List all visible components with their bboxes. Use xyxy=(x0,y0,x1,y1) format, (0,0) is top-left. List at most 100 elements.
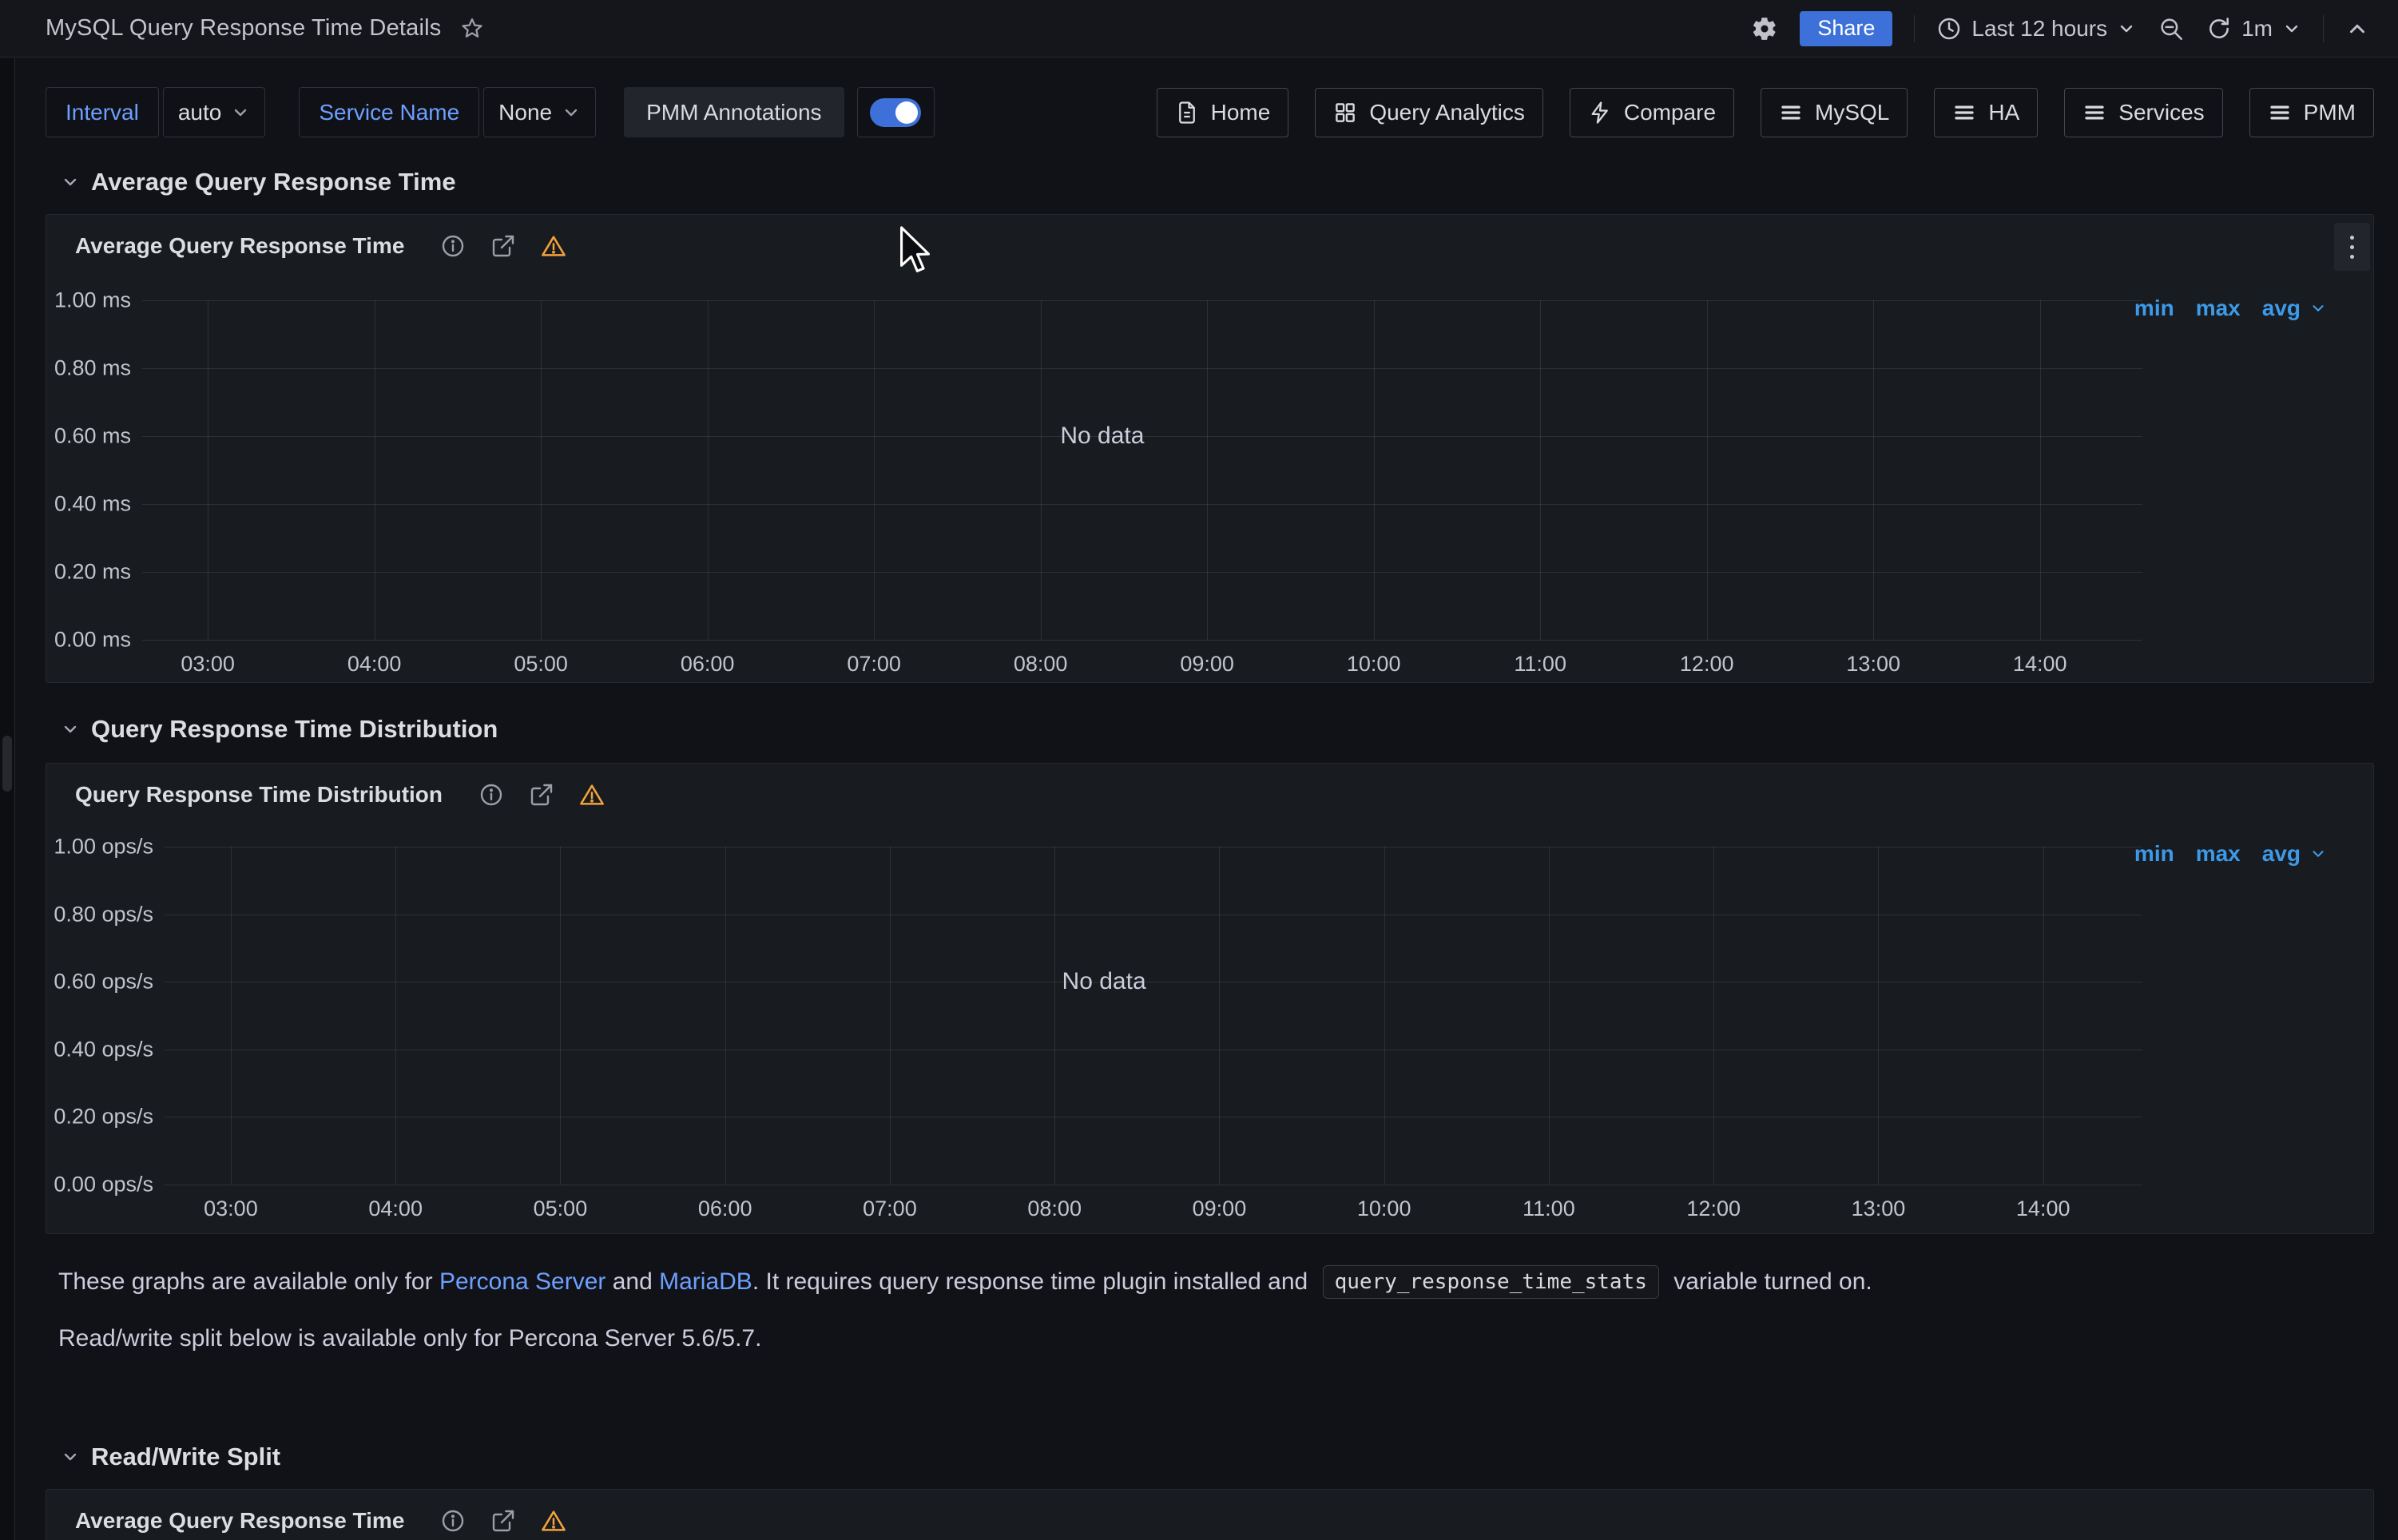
refresh-picker[interactable]: 1m xyxy=(2206,16,2301,42)
nav-button-home[interactable]: Home xyxy=(1157,88,1289,137)
y-tick-label: 1.00 ms xyxy=(54,288,131,313)
dashboard-links: Home Query Analytics Compare MySQL HA Service… xyxy=(1157,88,2374,137)
section-query-response-time-distribution[interactable]: Query Response Time Distribution xyxy=(61,712,498,747)
legend-avg[interactable]: avg xyxy=(2262,841,2301,867)
warning-icon[interactable] xyxy=(579,782,605,808)
note-text: These graphs are available only for xyxy=(58,1268,439,1296)
share-button[interactable]: Share xyxy=(1800,11,1892,46)
note-text: . It requires query response time plugin… xyxy=(752,1268,1315,1296)
info-icon[interactable] xyxy=(440,1508,466,1534)
x-tick-label: 08:00 xyxy=(1027,1197,1082,1221)
gridline-v xyxy=(1878,847,1879,1185)
legend-max[interactable]: max xyxy=(2196,841,2241,867)
x-tick-label: 09:00 xyxy=(1180,652,1234,677)
section-title: Average Query Response Time xyxy=(91,168,456,196)
x-tick-label: 12:00 xyxy=(1686,1197,1741,1221)
service-name-variable-label: Service Name xyxy=(299,87,479,137)
interval-variable-label: Interval xyxy=(46,87,159,137)
warning-icon[interactable] xyxy=(541,233,566,259)
grid-icon xyxy=(1333,101,1357,125)
panel-title: Average Query Response Time xyxy=(75,233,404,259)
y-tick-label: 0.60 ms xyxy=(54,424,131,449)
y-tick-label: 0.00 ops/s xyxy=(54,1173,153,1197)
section-avg-query-response-time[interactable]: Average Query Response Time xyxy=(61,165,456,200)
external-link-icon[interactable] xyxy=(490,233,516,259)
time-range-label: Last 12 hours xyxy=(1971,16,2107,42)
toggle-knob xyxy=(895,101,918,124)
no-data-label: No data xyxy=(1060,423,1144,450)
panel-header[interactable]: Average Query Response Time xyxy=(46,1490,2373,1540)
pmm-annotations-toggle[interactable] xyxy=(857,87,935,137)
y-axis-labels: 1.00 ms0.80 ms0.60 ms0.40 ms0.20 ms0.00 … xyxy=(46,300,131,640)
toggle-pill xyxy=(870,98,921,127)
bolt-icon xyxy=(1588,101,1612,125)
y-axis-labels: 1.00 ops/s0.80 ops/s0.60 ops/s0.40 ops/s… xyxy=(46,847,153,1185)
x-tick-label: 07:00 xyxy=(863,1197,917,1221)
note-rw-split: Read/write split below is available only… xyxy=(58,1325,761,1352)
nav-button-pmm[interactable]: PMM xyxy=(2249,88,2374,137)
gridline-h xyxy=(142,572,2142,573)
dashboard-controls: Interval auto Service Name None PMM Anno… xyxy=(46,87,2374,137)
panel-header[interactable]: Query Response Time Distribution xyxy=(46,764,2373,826)
time-range-picker[interactable]: Last 12 hours xyxy=(1936,16,2136,42)
gridline-v xyxy=(874,300,875,640)
grafana-dashboard: MySQL Query Response Time Details Share … xyxy=(0,0,2398,1540)
x-tick-label: 06:00 xyxy=(681,652,735,677)
note-link[interactable]: Percona Server xyxy=(439,1268,605,1296)
gridline-v xyxy=(725,847,726,1185)
x-tick-label: 14:00 xyxy=(2016,1197,2070,1221)
gridline-h xyxy=(142,300,2142,301)
gridline-v xyxy=(1713,847,1714,1185)
gridline-v xyxy=(1707,300,1708,640)
external-link-icon[interactable] xyxy=(490,1508,516,1534)
chart-plot-area[interactable]: 03:0004:0005:0006:0007:0008:0009:0010:00… xyxy=(165,847,2142,1185)
note-link[interactable]: MariaDB xyxy=(659,1268,752,1296)
refresh-icon xyxy=(2206,16,2232,42)
panel-header[interactable]: Average Query Response Time xyxy=(46,215,2373,277)
info-icon[interactable] xyxy=(440,233,466,259)
y-tick-label: 0.60 ops/s xyxy=(54,970,153,994)
rail-handle[interactable] xyxy=(2,736,12,792)
gridline-v xyxy=(1384,847,1385,1185)
gridline-v xyxy=(395,847,396,1185)
note-text: variable turned on. xyxy=(1667,1268,1872,1296)
y-tick-label: 0.80 ops/s xyxy=(54,902,153,927)
zoom-out-icon[interactable] xyxy=(2158,15,2185,42)
nav-button-ha[interactable]: HA xyxy=(1934,88,2038,137)
note-text: and xyxy=(605,1268,659,1296)
list-icon xyxy=(2268,101,2292,125)
y-tick-label: 0.40 ms xyxy=(54,492,131,517)
panel-menu-button[interactable] xyxy=(2334,223,2370,271)
x-tick-label: 13:00 xyxy=(1852,1197,1906,1221)
code-chip: query_response_time_stats xyxy=(1323,1265,1659,1299)
x-tick-label: 11:00 xyxy=(1514,652,1566,677)
x-tick-label: 06:00 xyxy=(698,1197,752,1221)
panel-title: Average Query Response Time xyxy=(75,1508,404,1534)
divider xyxy=(2323,15,2324,42)
nav-button-compare[interactable]: Compare xyxy=(1570,88,1734,137)
legend-max[interactable]: max xyxy=(2196,296,2241,321)
service-name-variable-value[interactable]: None xyxy=(483,87,596,137)
panel-title: Query Response Time Distribution xyxy=(75,782,443,808)
gridline-v xyxy=(231,847,232,1185)
section-read-write-split[interactable]: Read/Write Split xyxy=(61,1439,280,1475)
chevron-down-icon xyxy=(61,173,80,192)
section-title: Read/Write Split xyxy=(91,1443,280,1471)
gear-icon[interactable] xyxy=(1751,15,1778,42)
section-title: Query Response Time Distribution xyxy=(91,715,498,744)
legend-avg[interactable]: avg xyxy=(2262,296,2301,321)
star-icon[interactable] xyxy=(460,17,484,41)
x-tick-label: 11:00 xyxy=(1523,1197,1575,1221)
chevron-down-icon xyxy=(2309,845,2327,863)
info-icon[interactable] xyxy=(478,782,504,808)
nav-button-label: MySQL xyxy=(1815,100,1889,125)
external-link-icon[interactable] xyxy=(529,782,554,808)
chevron-up-icon[interactable] xyxy=(2345,17,2369,41)
nav-button-mysql[interactable]: MySQL xyxy=(1761,88,1908,137)
interval-variable-value[interactable]: auto xyxy=(163,87,266,137)
chevron-down-icon xyxy=(2282,19,2301,38)
nav-button-services[interactable]: Services xyxy=(2064,88,2222,137)
nav-button-query-analytics[interactable]: Query Analytics xyxy=(1315,88,1543,137)
chart-plot-area[interactable]: 03:0004:0005:0006:0007:0008:0009:0010:00… xyxy=(142,300,2142,640)
warning-icon[interactable] xyxy=(541,1508,566,1534)
